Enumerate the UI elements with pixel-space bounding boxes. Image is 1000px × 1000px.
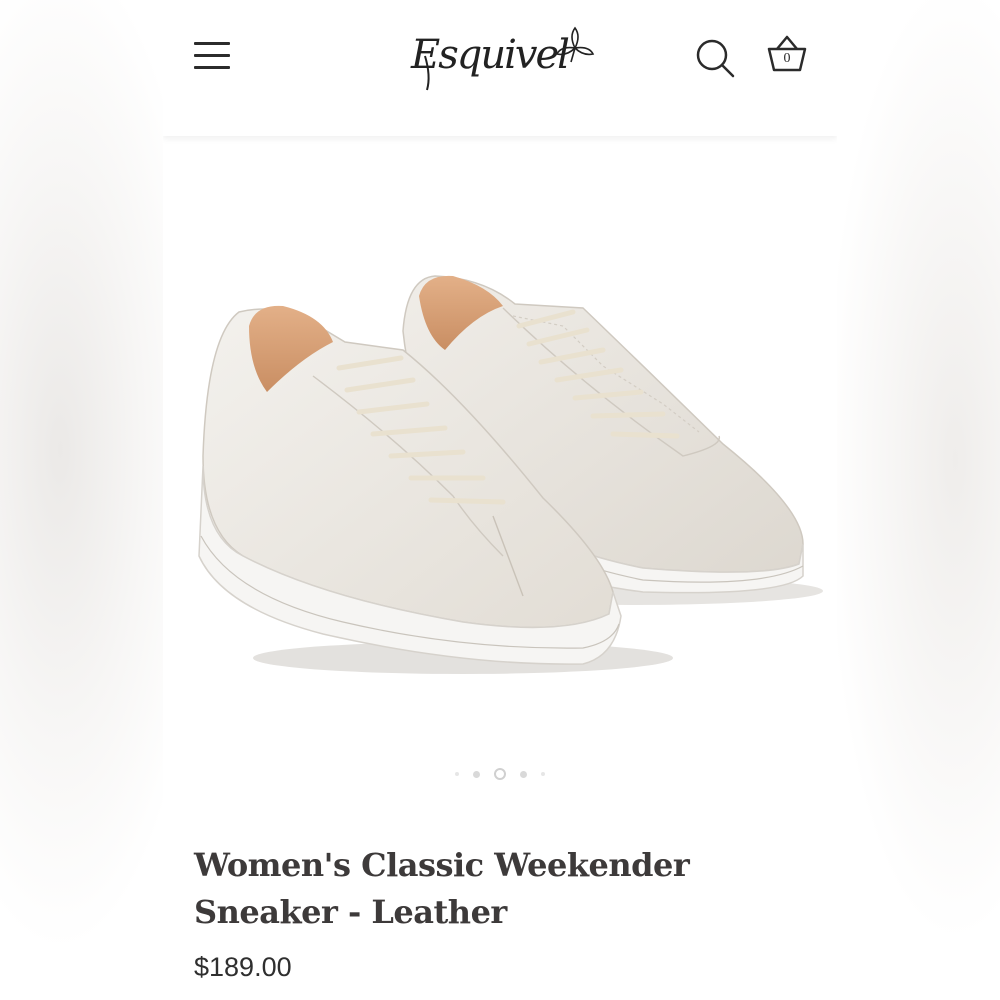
gallery-dot-5[interactable] [541, 772, 545, 776]
gallery-pagination [163, 764, 837, 784]
product-title: Women's Classic Weekender Sneaker - Leat… [194, 846, 690, 931]
cart-count: 0 [783, 51, 791, 66]
gallery-dot-4[interactable] [520, 770, 527, 778]
search-icon[interactable] [693, 36, 737, 80]
hamburger-menu-icon[interactable] [191, 38, 233, 74]
product-gallery[interactable] [163, 136, 837, 796]
gallery-dot-3-active[interactable] [494, 768, 506, 780]
product-price: $189.00 [194, 952, 292, 982]
cart-button[interactable]: 0 [763, 32, 811, 80]
svg-text:Esquivel: Esquivel [410, 32, 569, 78]
background-blur-right [835, 0, 1000, 1000]
sneaker-product-image[interactable] [163, 136, 837, 756]
gallery-dot-1[interactable] [455, 772, 459, 776]
site-header: Esquivel 0 [163, 0, 837, 136]
gallery-dot-2[interactable] [473, 770, 480, 778]
phone-screen: Esquivel 0 Women's Classic Weekender Sne… [163, 0, 837, 1000]
esquivel-logo[interactable]: Esquivel [403, 16, 603, 104]
